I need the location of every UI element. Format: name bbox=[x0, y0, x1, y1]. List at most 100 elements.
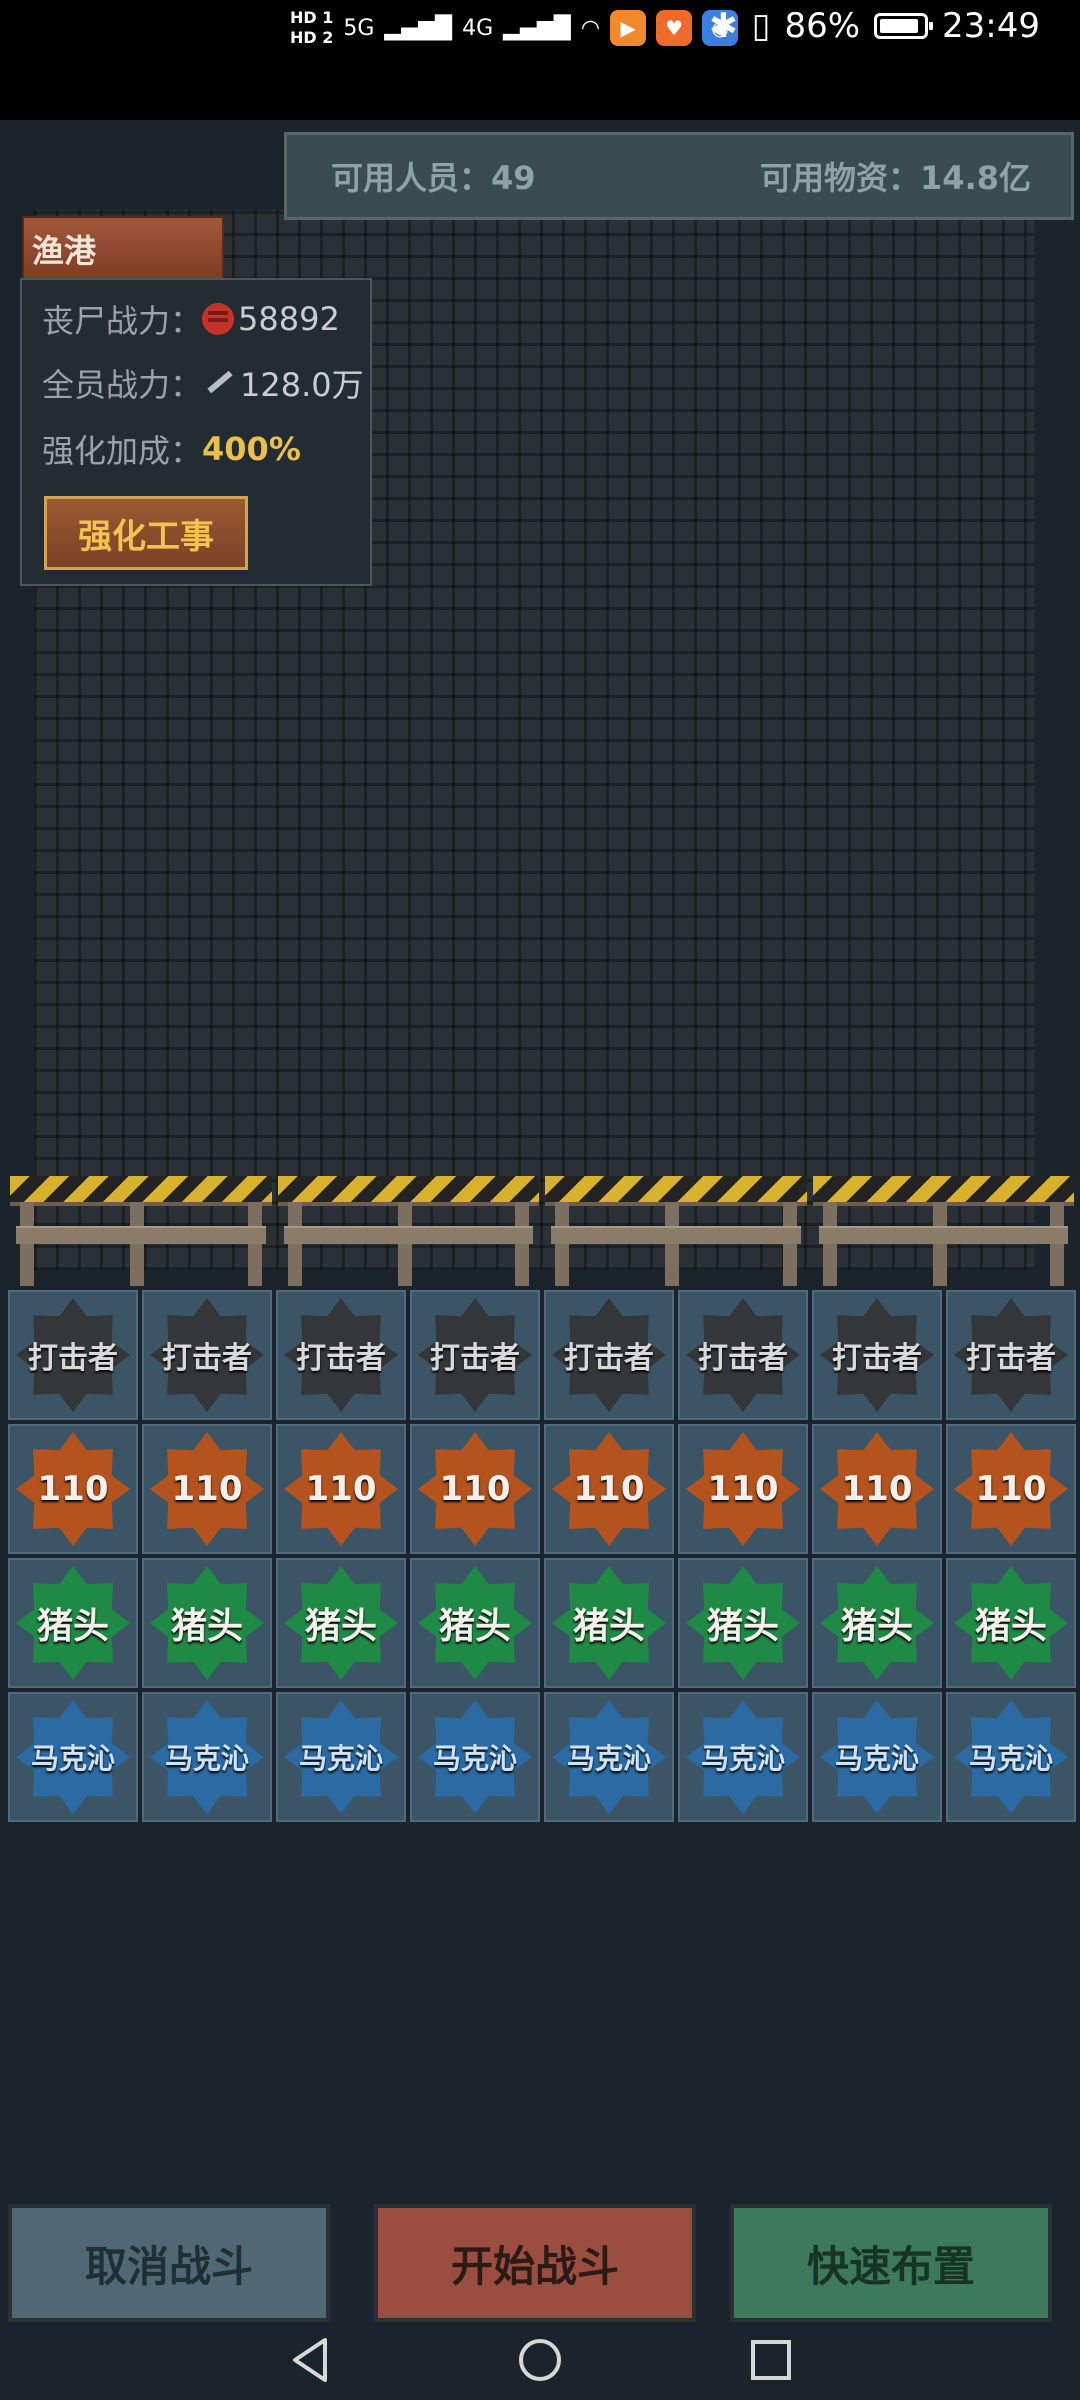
unit-badge-pig: 猪头 bbox=[150, 1566, 264, 1680]
unit-badge-maxim: 马克沁 bbox=[284, 1700, 398, 1814]
barricade-leg bbox=[20, 1202, 34, 1286]
zombie-power-row: 丧尸战力： 58892 bbox=[42, 296, 340, 342]
clock: 23:49 bbox=[942, 6, 1040, 46]
unit-badge-hitter: 打击者 bbox=[150, 1298, 264, 1412]
unit-slot[interactable]: 猪头 bbox=[678, 1558, 808, 1688]
unit-badge-maxim: 马克沁 bbox=[954, 1700, 1068, 1814]
unit-badge-pig: 猪头 bbox=[954, 1566, 1068, 1680]
unit-slot[interactable]: 打击者 bbox=[544, 1290, 674, 1420]
unit-grid: 打击者 打击者 打击者 打击者 打击者 打击者 打击者 打击者 110 110 … bbox=[8, 1290, 1076, 1822]
unit-label: 马克沁 bbox=[700, 1742, 785, 1775]
barricade-plank bbox=[16, 1226, 266, 1244]
unit-slot[interactable]: 马克沁 bbox=[812, 1692, 942, 1822]
unit-label: 马克沁 bbox=[30, 1742, 115, 1775]
unit-slot[interactable]: 猪头 bbox=[410, 1558, 540, 1688]
unit-badge-maxim: 马克沁 bbox=[150, 1700, 264, 1814]
start-battle-label: 开始战斗 bbox=[450, 2241, 619, 2291]
back-icon[interactable] bbox=[289, 2336, 329, 2384]
unit-slot[interactable]: 110 bbox=[276, 1424, 406, 1554]
unit-label: 打击者 bbox=[162, 1341, 252, 1376]
zombie-icon bbox=[202, 303, 235, 335]
vibrate-icon: ▯ bbox=[751, 6, 771, 46]
unit-label: 马克沁 bbox=[834, 1742, 919, 1775]
combat-info-panel: 丧尸战力： 58892 全员战力： 128.0万 强化加成： 400% 强化工事 bbox=[20, 278, 372, 586]
unit-badge-hitter: 打击者 bbox=[552, 1298, 666, 1412]
team-power-row: 全员战力： 128.0万 bbox=[42, 360, 364, 406]
unit-slot[interactable]: 马克沁 bbox=[410, 1692, 540, 1822]
unit-slot[interactable]: 打击者 bbox=[8, 1290, 138, 1420]
unit-badge-hitter: 打击者 bbox=[284, 1298, 398, 1412]
unit-slot[interactable]: 马克沁 bbox=[946, 1692, 1076, 1822]
unit-label: 打击者 bbox=[564, 1341, 654, 1376]
unit-badge-pig: 猪头 bbox=[552, 1566, 666, 1680]
barricade-plank bbox=[551, 1226, 801, 1244]
unit-slot[interactable]: 打击者 bbox=[812, 1290, 942, 1420]
unit-slot[interactable]: 打击者 bbox=[678, 1290, 808, 1420]
unit-label: 打击者 bbox=[296, 1341, 386, 1376]
unit-badge-110: 110 bbox=[284, 1432, 398, 1546]
unit-label: 马克沁 bbox=[164, 1742, 249, 1775]
unit-slot[interactable]: 猪头 bbox=[8, 1558, 138, 1688]
barricade-leg bbox=[555, 1202, 569, 1286]
home-icon[interactable] bbox=[519, 2339, 561, 2381]
recent-apps-icon[interactable] bbox=[751, 2340, 791, 2380]
unit-badge-110: 110 bbox=[150, 1432, 264, 1546]
unit-badge-110: 110 bbox=[552, 1432, 666, 1546]
unit-slot[interactable]: 110 bbox=[410, 1424, 540, 1554]
status-right: ✱ ▯ 86% 23:49 bbox=[709, 0, 1040, 52]
unit-slot[interactable]: 110 bbox=[946, 1424, 1076, 1554]
barricade-leg bbox=[782, 1202, 797, 1286]
unit-badge-maxim: 马克沁 bbox=[820, 1700, 934, 1814]
unit-slot[interactable]: 打击者 bbox=[142, 1290, 272, 1420]
cancel-battle-label: 取消战斗 bbox=[84, 2241, 253, 2291]
strengthen-fortification-button[interactable]: 强化工事 bbox=[44, 496, 248, 570]
unit-label: 猪头 bbox=[706, 1606, 779, 1647]
unit-label: 猪头 bbox=[304, 1606, 377, 1647]
zombie-power-value: 58892 bbox=[238, 300, 340, 338]
unit-slot[interactable]: 马克沁 bbox=[544, 1692, 674, 1822]
unit-slot[interactable]: 打击者 bbox=[276, 1290, 406, 1420]
barricade-leg bbox=[397, 1202, 412, 1286]
unit-slot[interactable]: 马克沁 bbox=[276, 1692, 406, 1822]
unit-slot[interactable]: 马克沁 bbox=[142, 1692, 272, 1822]
unit-slot[interactable]: 110 bbox=[142, 1424, 272, 1554]
barricade-leg bbox=[287, 1202, 302, 1286]
barricade-plank bbox=[818, 1226, 1068, 1244]
unit-label: 110 bbox=[171, 1469, 243, 1509]
unit-slot[interactable]: 110 bbox=[678, 1424, 808, 1554]
unit-slot[interactable]: 猪头 bbox=[544, 1558, 674, 1688]
unit-slot[interactable]: 马克沁 bbox=[678, 1692, 808, 1822]
unit-badge-pig: 猪头 bbox=[284, 1566, 398, 1680]
unit-label: 马克沁 bbox=[432, 1742, 517, 1775]
team-power-value: 128.0万 bbox=[240, 366, 364, 404]
start-battle-button[interactable]: 开始战斗 bbox=[374, 2204, 696, 2322]
barricade-leg bbox=[515, 1202, 529, 1286]
unit-badge-110: 110 bbox=[954, 1432, 1068, 1546]
unit-slot[interactable]: 打击者 bbox=[410, 1290, 540, 1420]
signal-icon-2: ▂▄▆█ bbox=[503, 15, 571, 41]
cancel-battle-button[interactable]: 取消战斗 bbox=[8, 2204, 330, 2322]
barricade-plank bbox=[283, 1226, 533, 1244]
barricade-leg bbox=[130, 1202, 144, 1286]
unit-label: 猪头 bbox=[36, 1606, 109, 1647]
quick-deploy-button[interactable]: 快速布置 bbox=[730, 2204, 1052, 2322]
unit-slot[interactable]: 打击者 bbox=[946, 1290, 1076, 1420]
unit-slot[interactable]: 110 bbox=[544, 1424, 674, 1554]
unit-slot[interactable]: 猪头 bbox=[276, 1558, 406, 1688]
unit-slot[interactable]: 110 bbox=[812, 1424, 942, 1554]
unit-slot[interactable]: 猪头 bbox=[946, 1558, 1076, 1688]
strengthen-button-label: 强化工事 bbox=[78, 516, 214, 557]
unit-label: 打击者 bbox=[966, 1341, 1056, 1376]
unit-slot[interactable]: 猪头 bbox=[812, 1558, 942, 1688]
signal-icon: ▂▄▆█ bbox=[384, 15, 453, 41]
unit-badge-pig: 猪头 bbox=[16, 1566, 130, 1680]
unit-slot[interactable]: 110 bbox=[8, 1424, 138, 1554]
unit-badge-maxim: 马克沁 bbox=[16, 1700, 130, 1814]
unit-label: 110 bbox=[439, 1469, 511, 1509]
unit-slot[interactable]: 马克沁 bbox=[8, 1692, 138, 1822]
status-left: HD 1 HD 2 5G ▂▄▆█ 4G ▂▄▆█ ◠ ▶ ♥ ◉ bbox=[290, 0, 739, 56]
heart-app-icon: ♥ bbox=[656, 10, 693, 46]
system-nav-bar bbox=[0, 2320, 1080, 2400]
unit-slot[interactable]: 猪头 bbox=[142, 1558, 272, 1688]
unit-label: 马克沁 bbox=[968, 1742, 1053, 1775]
